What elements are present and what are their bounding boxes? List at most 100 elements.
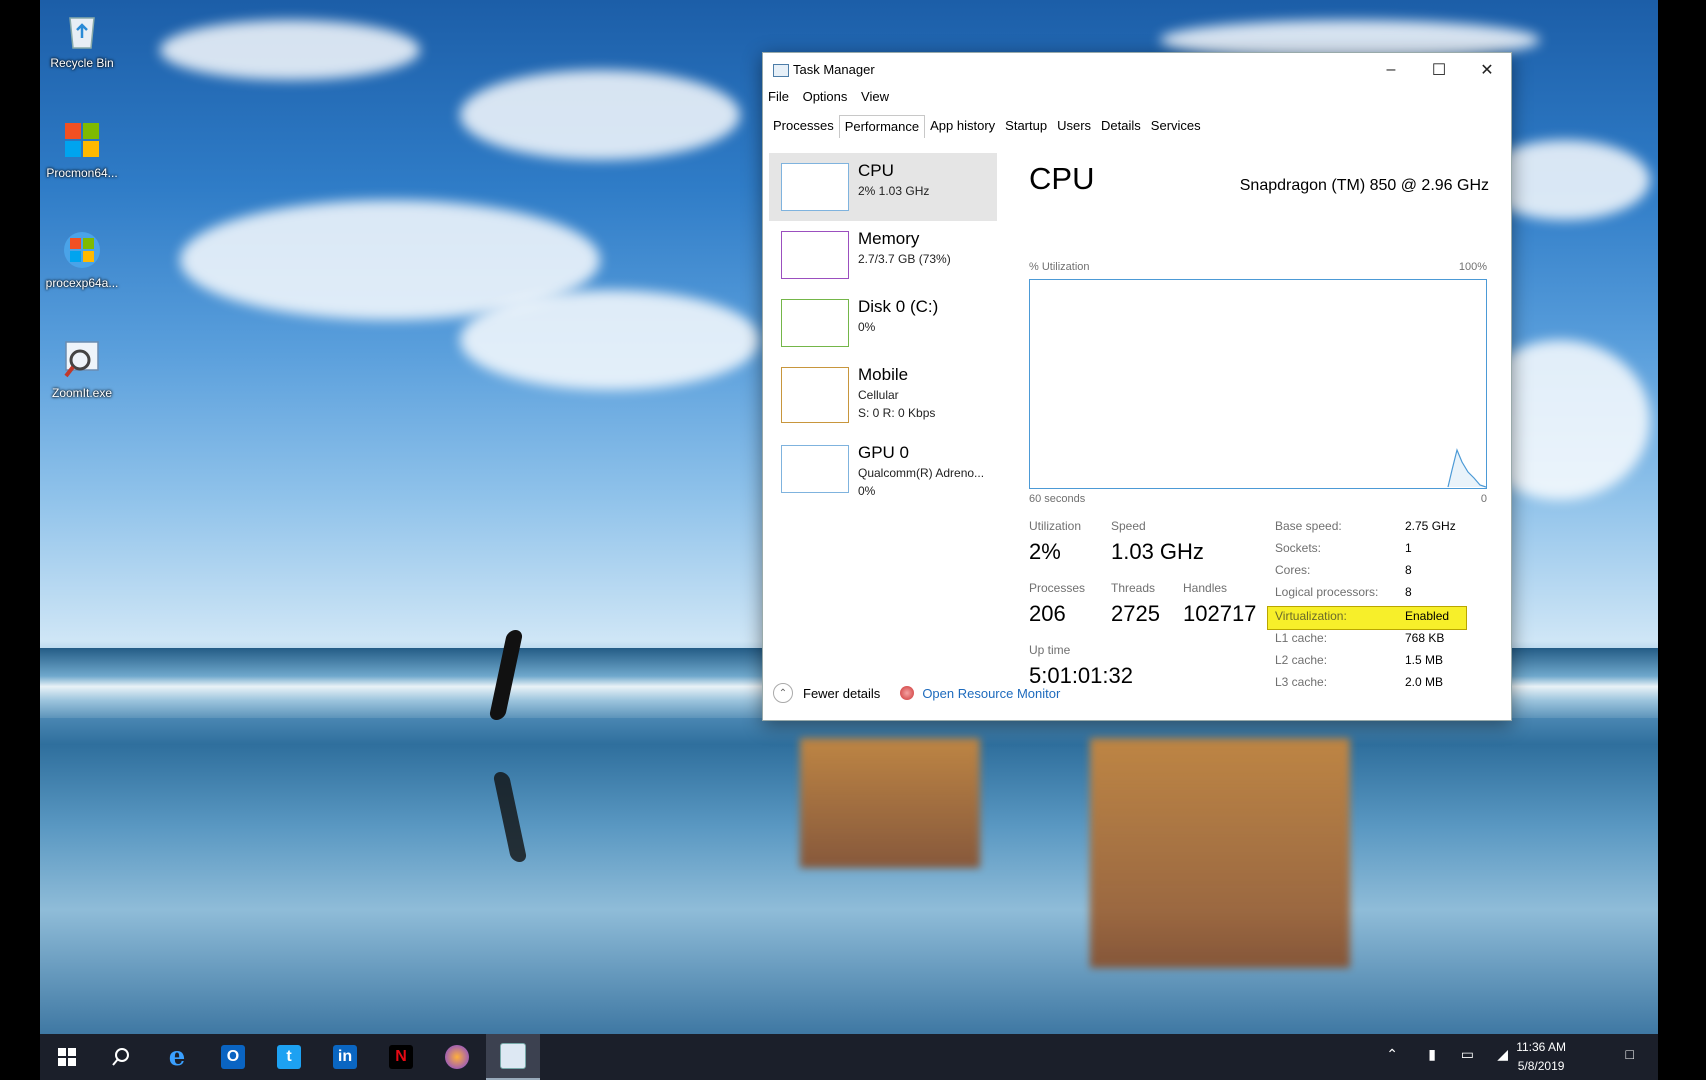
base-speed-label: Base speed: <box>1275 519 1342 533</box>
sidebar-item-label: Disk 0 (C:) <box>858 297 939 316</box>
sun-reflection <box>1090 738 1350 968</box>
graph-y-max-label: 100% <box>1458 261 1487 273</box>
taskbar-firefox[interactable] <box>430 1034 484 1080</box>
threads-label: Threads <box>1111 581 1156 595</box>
taskbar-edge[interactable]: e <box>150 1034 204 1080</box>
threads-value: 2725 <box>1111 601 1160 626</box>
usb-icon[interactable]: ▮ <box>1428 1046 1436 1063</box>
uptime-label: Up time <box>1029 643 1071 657</box>
sidebar-item-memory[interactable]: Memory 2.7/3.7 GB (73%) <box>769 221 997 289</box>
menu-bar: File Options View <box>768 89 899 104</box>
sidebar-item-cpu[interactable]: CPU 2% 1.03 GHz <box>769 153 997 221</box>
speed-label: Speed <box>1111 519 1146 533</box>
battery-icon[interactable]: ▭ <box>1461 1046 1474 1063</box>
page-title: CPU <box>1029 161 1095 196</box>
performance-sidebar: CPU 2% 1.03 GHz Memory 2.7/3.7 GB (73%) … <box>769 153 997 503</box>
virtualization-label: Virtualization: <box>1275 609 1347 623</box>
desktop: Recycle Bin Procmon64... procexp64a... Z… <box>40 0 1658 1080</box>
utilization-value: 2% <box>1029 539 1061 564</box>
linkedin-icon: in <box>333 1045 357 1069</box>
taskbar-linkedin[interactable]: in <box>318 1034 372 1080</box>
cores-value: 8 <box>1405 563 1412 577</box>
desktop-icon-zoomit[interactable]: ZoomIt.exe <box>40 338 124 400</box>
desktop-icon-label: procexp64a... <box>45 276 119 290</box>
minimize-button[interactable]: – <box>1367 53 1415 87</box>
cpu-graph-line <box>1447 448 1487 488</box>
sidebar-item-mobile[interactable]: Mobile Cellular S: 0 R: 0 Kbps <box>769 357 997 435</box>
firefox-icon <box>445 1045 469 1069</box>
speed-value: 1.03 GHz <box>1111 539 1204 564</box>
chevron-up-icon[interactable]: ⌃ <box>773 683 793 703</box>
desktop-icon-procmon[interactable]: Procmon64... <box>40 118 124 180</box>
sidebar-item-value: 2.7/3.7 GB (73%) <box>858 252 951 266</box>
start-button[interactable] <box>40 1034 94 1080</box>
taskbar: e O t in N ⌃ ▮ ▭ ◢ 11:36 AM 5/8/2019 □ <box>40 1034 1658 1080</box>
search-button[interactable] <box>94 1034 148 1080</box>
task-manager-icon <box>773 64 789 77</box>
l1-cache-label: L1 cache: <box>1275 631 1328 645</box>
graph-y-label: % Utilization <box>1029 261 1090 273</box>
handles-value: 102717 <box>1183 601 1257 626</box>
tab-processes[interactable]: Processes <box>768 115 839 138</box>
cpu-model-name: Snapdragon (TM) 850 @ 2.96 GHz <box>1239 177 1489 194</box>
sidebar-item-value: 0% <box>858 320 876 334</box>
clock[interactable]: 11:36 AM 5/8/2019 <box>1516 1038 1566 1076</box>
maximize-button[interactable]: ☐ <box>1415 53 1463 87</box>
taskbar-netflix[interactable]: N <box>374 1034 428 1080</box>
memory-thumbnail-graph <box>781 231 849 279</box>
sidebar-item-value: S: 0 R: 0 Kbps <box>858 406 936 420</box>
close-button[interactable]: ✕ <box>1463 53 1511 87</box>
resource-monitor-icon <box>900 686 915 700</box>
menu-options[interactable]: Options <box>803 89 848 104</box>
processes-label: Processes <box>1029 581 1086 595</box>
clock-time: 11:36 AM <box>1516 1040 1566 1054</box>
cpu-thumbnail-graph <box>781 163 849 211</box>
signal-icon[interactable]: ◢ <box>1497 1046 1508 1063</box>
l2-cache-value: 1.5 MB <box>1405 653 1444 667</box>
sidebar-item-gpu[interactable]: GPU 0 Qualcomm(R) Adreno... 0% <box>769 435 997 503</box>
sun-reflection <box>800 738 980 868</box>
runner-reflection <box>492 772 528 862</box>
desktop-icon-recycle-bin[interactable]: Recycle Bin <box>40 8 124 70</box>
windows-app-icon <box>60 228 104 272</box>
desktop-icon-label: Procmon64... <box>46 166 118 180</box>
logical-processors-label: Logical processors: <box>1275 585 1379 599</box>
l3-cache-value: 2.0 MB <box>1405 675 1444 689</box>
task-manager-window: Task Manager – ☐ ✕ File Options View Pro… <box>762 52 1512 721</box>
chevron-up-icon[interactable]: ⌃ <box>1386 1046 1398 1063</box>
sidebar-item-label: Mobile <box>858 365 909 384</box>
handles-label: Handles <box>1183 581 1228 595</box>
sidebar-item-value: 0% <box>858 484 876 498</box>
menu-file[interactable]: File <box>768 89 789 104</box>
tab-startup[interactable]: Startup <box>1000 115 1052 138</box>
desktop-icon-procexp[interactable]: procexp64a... <box>40 228 124 290</box>
tab-app-history[interactable]: App history <box>925 115 1000 138</box>
menu-view[interactable]: View <box>861 89 889 104</box>
sockets-label: Sockets: <box>1275 541 1322 555</box>
open-resource-monitor-link[interactable]: Open Resource Monitor <box>922 686 1060 701</box>
sidebar-item-disk[interactable]: Disk 0 (C:) 0% <box>769 289 997 357</box>
disk-thumbnail-graph <box>781 299 849 347</box>
virtualization-value: Enabled <box>1405 609 1450 623</box>
taskbar-task-manager[interactable] <box>486 1034 540 1080</box>
cloud <box>460 70 740 160</box>
clock-date: 5/8/2019 <box>1517 1059 1565 1073</box>
base-speed-value: 2.75 GHz <box>1405 519 1456 533</box>
fewer-details-button[interactable]: Fewer details <box>803 686 880 701</box>
task-manager-icon <box>500 1043 526 1069</box>
window-title: Task Manager <box>793 62 875 77</box>
taskbar-twitter[interactable]: t <box>262 1034 316 1080</box>
cloud <box>460 290 760 390</box>
desktop-icon-label: ZoomIt.exe <box>51 386 113 400</box>
taskbar-outlook[interactable]: O <box>206 1034 260 1080</box>
title-bar[interactable]: Task Manager – ☐ ✕ <box>763 53 1511 87</box>
notification-icon[interactable]: □ <box>1626 1046 1634 1062</box>
tab-users[interactable]: Users <box>1052 115 1096 138</box>
cores-label: Cores: <box>1275 563 1311 577</box>
gpu-thumbnail-graph <box>781 445 849 493</box>
tab-services[interactable]: Services <box>1146 115 1206 138</box>
netflix-icon: N <box>389 1045 413 1069</box>
tab-details[interactable]: Details <box>1096 115 1146 138</box>
sidebar-item-value: 2% 1.03 GHz <box>858 184 930 198</box>
tab-performance[interactable]: Performance <box>838 115 926 138</box>
